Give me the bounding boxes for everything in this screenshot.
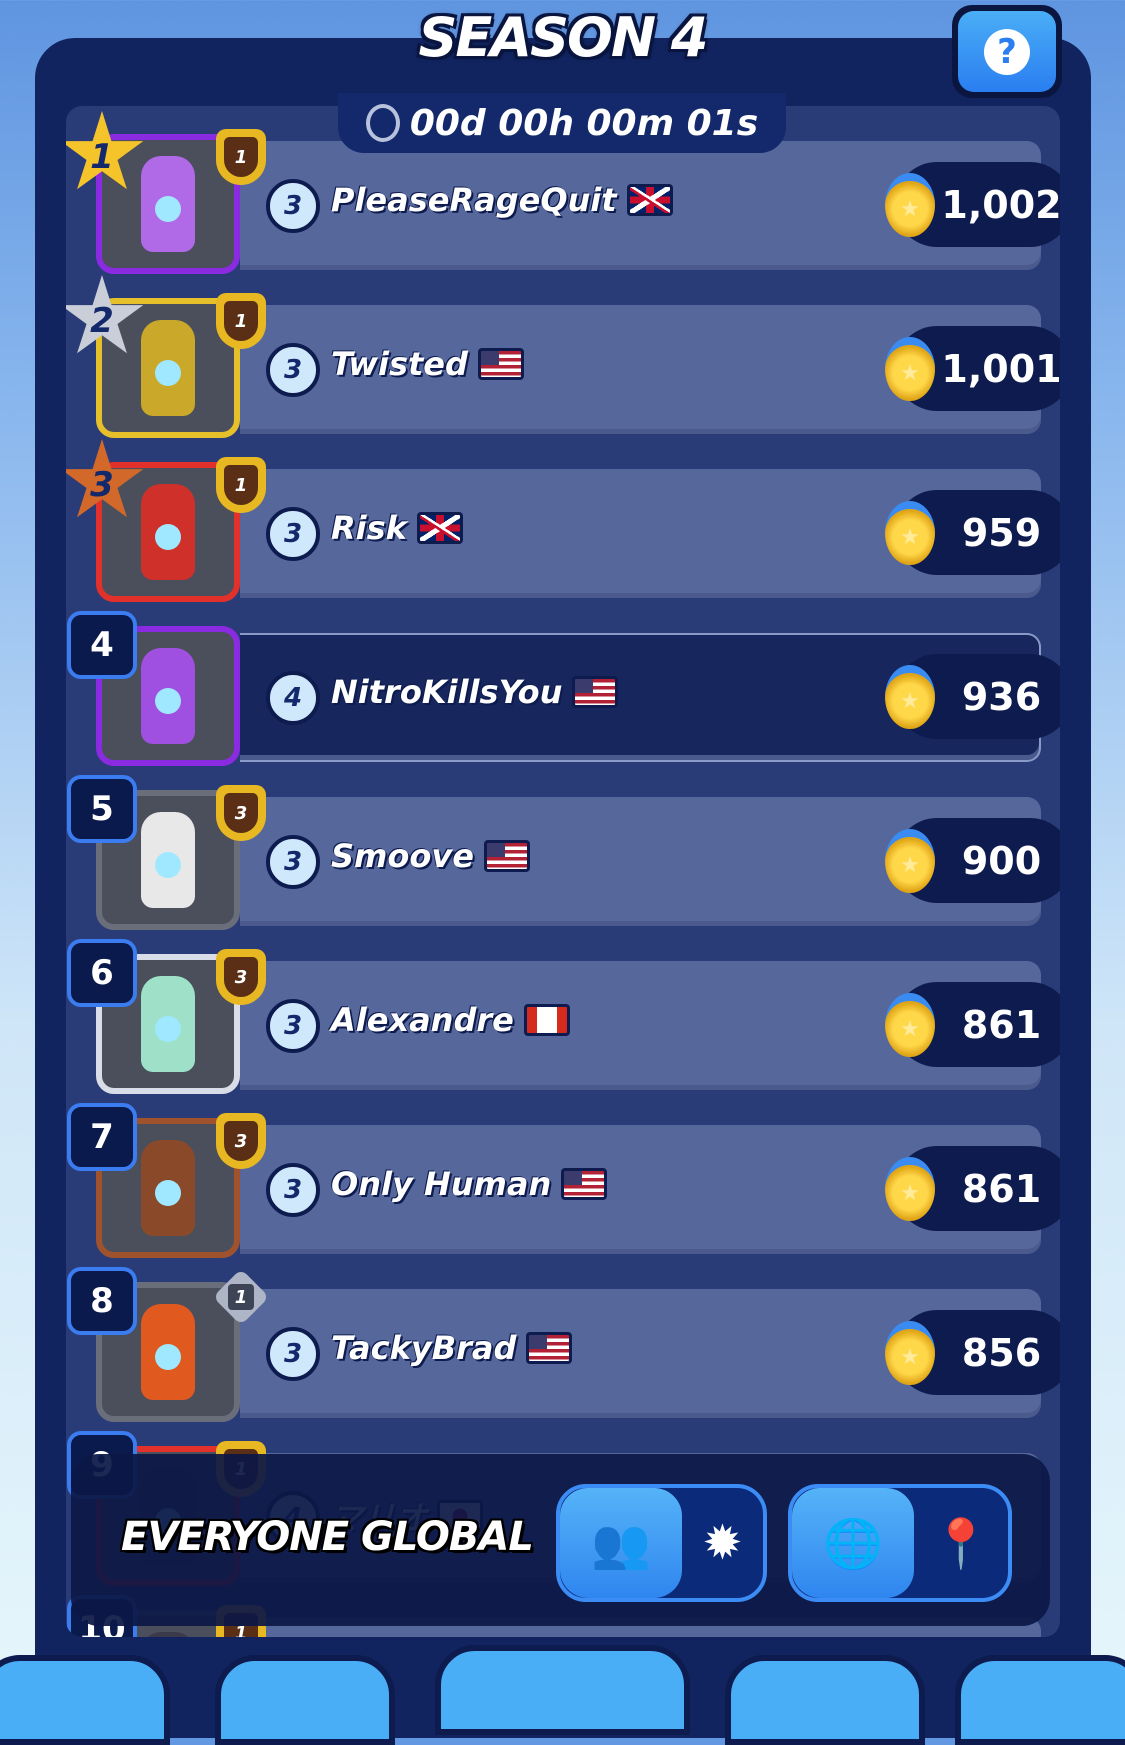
flag-gb-icon: GB — [416, 512, 463, 544]
coin-medal-icon: ★ — [885, 1157, 935, 1221]
level-badge: 3 — [266, 1327, 320, 1381]
gold-shield-icon: 1 — [216, 129, 266, 185]
level-badge: 3 — [266, 179, 320, 233]
flag-ca-icon: CA — [523, 1004, 570, 1036]
level-badge: 3 — [266, 343, 320, 397]
gold-shield-icon: 3 — [216, 785, 266, 841]
timer-text: 00d 00h 00m 01s — [409, 102, 759, 144]
flag-us-icon: US — [572, 676, 619, 708]
leaderboard-row[interactable]: 633AlexandreCA861★ — [67, 939, 1060, 1103]
flag-us-icon: US — [561, 1168, 608, 1200]
nav-button-home[interactable] — [435, 1645, 690, 1735]
coin-medal-icon: ★ — [885, 337, 935, 401]
globe-icon[interactable]: 🌐 — [792, 1488, 914, 1598]
filter-label: EVERYONE GLOBAL — [121, 1514, 534, 1560]
coin-medal-icon: ★ — [885, 829, 935, 893]
level-badge: 4 — [266, 671, 320, 725]
filter-bar: EVERYONE GLOBAL 👥 ✹ 🌐 📍 — [71, 1454, 1050, 1626]
gold-shield-icon: 1 — [216, 457, 266, 513]
flag-us-icon: US — [483, 840, 530, 872]
region-toggle[interactable]: 🌐 📍 — [788, 1484, 1012, 1602]
player-name[interactable]: Alexandre — [331, 1001, 514, 1039]
season-timer: 00d 00h 00m 01s — [338, 93, 786, 153]
tier-number: 3 — [224, 793, 258, 833]
rank-badge: 4 — [67, 611, 137, 679]
gold-shield-icon: 1 — [216, 293, 266, 349]
coin-medal-icon: ★ — [885, 501, 935, 565]
nav-button-2[interactable] — [215, 1655, 395, 1745]
car-icon — [141, 1632, 195, 1637]
location-pin-icon[interactable]: 📍 — [914, 1488, 1008, 1598]
car-icon — [141, 320, 195, 416]
level-badge: 3 — [266, 835, 320, 889]
coin-medal-icon: ★ — [885, 665, 935, 729]
flag-gb-icon: GB — [626, 184, 673, 216]
coin-medal-icon: ★ — [885, 1321, 935, 1385]
player-name[interactable]: PleaseRageQuit — [331, 181, 617, 219]
tier-number: 1 — [224, 301, 258, 341]
rank-badge: 8 — [67, 1267, 137, 1335]
everyone-icon[interactable]: 👥 — [560, 1488, 682, 1598]
nav-button-5[interactable] — [955, 1655, 1125, 1745]
leaderboard-row[interactable]: 313RiskGB959★ — [66, 439, 1060, 611]
player-name[interactable]: Twisted — [331, 345, 468, 383]
level-badge: 3 — [266, 1163, 320, 1217]
leaderboard-row[interactable]: 733Only HumanUS861★ — [67, 1103, 1060, 1267]
car-icon — [141, 484, 195, 580]
player-name[interactable]: Risk — [331, 509, 407, 547]
car-icon — [141, 648, 195, 744]
gold-shield-icon: 3 — [216, 949, 266, 1005]
tier-number: 3 — [224, 957, 258, 997]
nav-button-1[interactable] — [0, 1655, 170, 1745]
rank-badge: 7 — [67, 1103, 137, 1171]
level-badge: 3 — [266, 999, 320, 1053]
gold-shield-icon: 3 — [216, 1113, 266, 1169]
question-icon: ? — [984, 28, 1030, 75]
car-icon — [141, 1140, 195, 1236]
leaderboard-list[interactable]: 113PleaseRageQuitGB1,002★213TwistedUS1,0… — [66, 106, 1060, 1637]
coin-medal-icon: ★ — [885, 173, 935, 237]
tier-number: 1 — [224, 137, 258, 177]
player-name[interactable]: TackyBrad — [331, 1329, 516, 1367]
leaderboard-row[interactable]: 213TwistedUS1,001★ — [66, 275, 1060, 447]
car-icon — [141, 976, 195, 1072]
leaderboard-row[interactable]: 813TackyBradUS856★ — [67, 1267, 1060, 1431]
level-badge: 3 — [266, 507, 320, 561]
flag-us-icon: US — [477, 348, 524, 380]
player-name[interactable]: NitroKillsYou — [331, 673, 562, 711]
rank-badge: 6 — [67, 939, 137, 1007]
car-icon — [141, 156, 195, 252]
rank-badge: 5 — [67, 775, 137, 843]
tier-number: 1 — [228, 1284, 254, 1310]
car-icon — [141, 1304, 195, 1400]
player-name[interactable]: Only Human — [331, 1165, 551, 1203]
coin-medal-icon: ★ — [885, 993, 935, 1057]
tier-number: 1 — [224, 465, 258, 505]
tier-number: 3 — [224, 1121, 258, 1161]
car-icon — [141, 812, 195, 908]
audience-toggle[interactable]: 👥 ✹ — [556, 1484, 767, 1602]
help-button[interactable]: ? — [952, 5, 1062, 98]
player-name[interactable]: Smoove — [331, 837, 474, 875]
stopwatch-icon — [365, 104, 400, 142]
leaderboard-row[interactable]: 533SmooveUS900★ — [67, 775, 1060, 939]
nav-button-4[interactable] — [725, 1655, 925, 1745]
flag-us-icon: US — [526, 1332, 573, 1364]
leaderboard-row[interactable]: 44NitroKillsYouUS936★ — [67, 611, 1060, 775]
club-badge-icon[interactable]: ✹ — [682, 1488, 763, 1598]
